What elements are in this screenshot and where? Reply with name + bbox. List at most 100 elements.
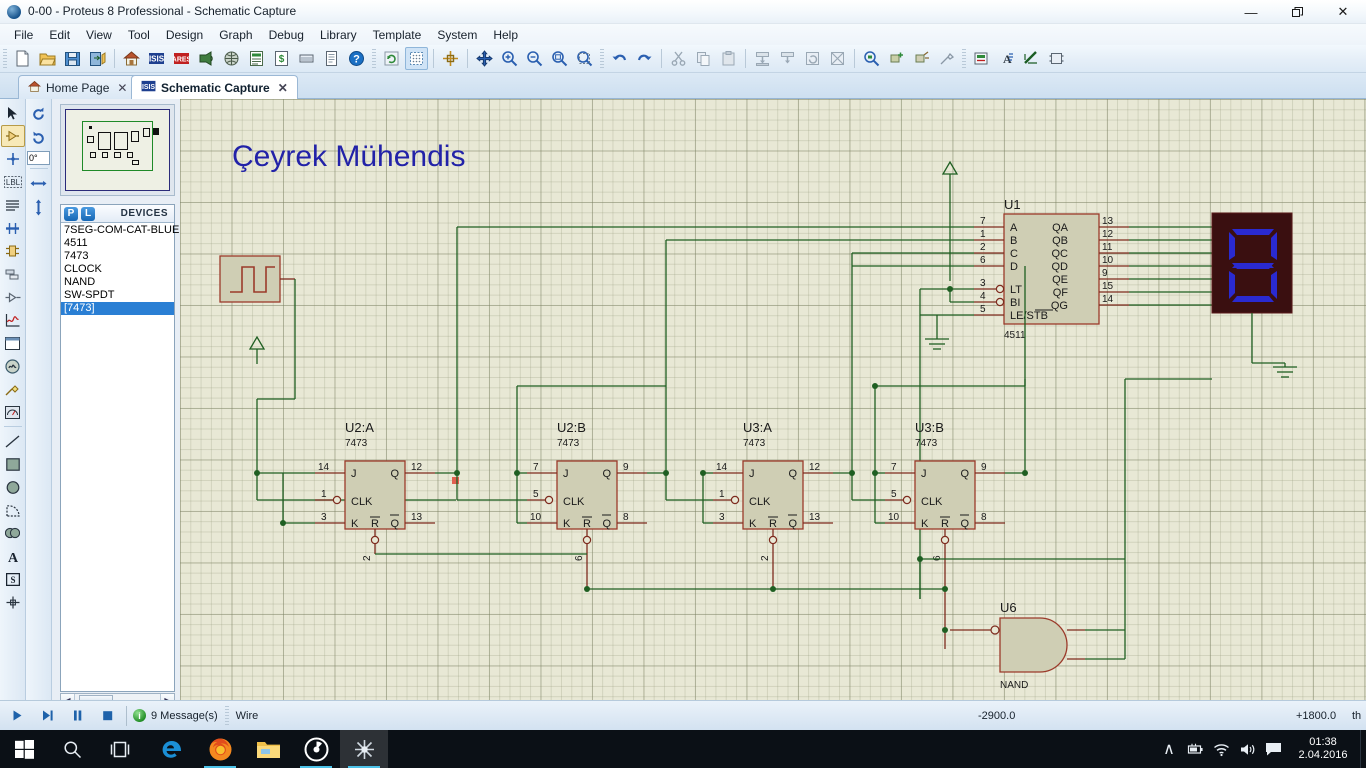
play-button[interactable] (4, 704, 30, 728)
redo-icon[interactable] (633, 47, 656, 70)
firefox-button[interactable] (196, 730, 244, 768)
box-tool[interactable] (1, 453, 25, 475)
minimize-button[interactable]: — (1228, 0, 1274, 24)
search-button[interactable] (48, 730, 96, 768)
menu-template[interactable]: Template (365, 26, 430, 44)
pan-icon[interactable] (473, 47, 496, 70)
open-file-icon[interactable] (36, 47, 59, 70)
zoom-area-icon[interactable] (573, 47, 596, 70)
wire-label-tool[interactable]: LBL (1, 171, 25, 193)
library-manager-button[interactable]: L (81, 206, 95, 221)
toolbar-grip-4[interactable] (962, 48, 966, 69)
pause-button[interactable] (64, 704, 90, 728)
packaging-icon[interactable] (910, 47, 933, 70)
bus-tool[interactable] (1, 217, 25, 239)
design-explorer-icon[interactable] (220, 47, 243, 70)
start-button[interactable] (0, 730, 48, 768)
menu-library[interactable]: Library (312, 26, 365, 44)
subcircuit-tool[interactable] (1, 240, 25, 262)
wifi-icon[interactable] (1208, 730, 1234, 768)
path-tool[interactable] (1, 522, 25, 544)
new-file-icon[interactable] (11, 47, 34, 70)
text-script-icon[interactable]: A (995, 47, 1018, 70)
subcircuit-icon[interactable] (1045, 47, 1068, 70)
circle-tool[interactable] (1, 476, 25, 498)
make-device-icon[interactable] (885, 47, 908, 70)
list-item[interactable]: CLOCK (61, 263, 174, 276)
status-grip[interactable] (224, 705, 229, 726)
notes-icon[interactable] (295, 47, 318, 70)
tab-close-icon[interactable]: ✕ (278, 81, 288, 95)
graph-tool[interactable] (1, 309, 25, 331)
origin-icon[interactable] (439, 47, 462, 70)
line-tool[interactable] (1, 430, 25, 452)
show-desktop-button[interactable] (1360, 730, 1366, 768)
list-item[interactable]: NAND (61, 276, 174, 289)
edge-button[interactable] (148, 730, 196, 768)
cut-icon[interactable] (667, 47, 690, 70)
ares-icon[interactable]: ARES (170, 47, 193, 70)
clock[interactable]: 01:38 2.04.2016 (1286, 730, 1360, 768)
step-button[interactable] (34, 704, 60, 728)
block-move-icon[interactable] (776, 47, 799, 70)
overview-panel[interactable] (60, 104, 175, 196)
volume-icon[interactable] (1234, 730, 1260, 768)
isis-icon[interactable]: ISIS (145, 47, 168, 70)
home-icon[interactable] (120, 47, 143, 70)
task-view-button[interactable] (96, 730, 144, 768)
rotation-angle-input[interactable]: 0° (27, 151, 50, 165)
list-item-selected[interactable]: [7473] (61, 302, 174, 315)
3d-view-icon[interactable] (195, 47, 218, 70)
refresh-icon[interactable] (380, 47, 403, 70)
rotate-counterclockwise-icon[interactable] (27, 127, 51, 149)
tab-home-page[interactable]: Home Page ✕ (18, 75, 138, 99)
rotate-clockwise-icon[interactable] (27, 103, 51, 125)
tape-recorder-tool[interactable] (1, 332, 25, 354)
menu-graph[interactable]: Graph (211, 26, 260, 44)
schematic-canvas[interactable]: Çeyrek Mühendis .wire { stroke:#1f5f22; … (180, 99, 1366, 700)
list-item[interactable]: SW-SPDT (61, 289, 174, 302)
pick-device-icon[interactable] (860, 47, 883, 70)
bom-icon[interactable] (245, 47, 268, 70)
probe-tool[interactable] (1, 378, 25, 400)
message-count[interactable]: i 9 Message(s) (133, 709, 218, 722)
wire-label-icon[interactable] (970, 47, 993, 70)
virtual-instrument-tool[interactable] (1, 401, 25, 423)
file-explorer-button[interactable] (244, 730, 292, 768)
tab-close-icon[interactable]: ✕ (117, 81, 127, 95)
toolbar-grip-2[interactable] (372, 48, 376, 69)
marker-tool[interactable] (1, 591, 25, 613)
menu-tool[interactable]: Tool (120, 26, 158, 44)
device-pin-tool[interactable] (1, 286, 25, 308)
decompose-icon[interactable] (935, 47, 958, 70)
menu-design[interactable]: Design (158, 26, 211, 44)
proteus-button[interactable] (340, 730, 388, 768)
text-script-tool[interactable] (1, 194, 25, 216)
symbol-tool[interactable]: S (1, 568, 25, 590)
zoom-in-icon[interactable] (498, 47, 521, 70)
import-icon[interactable] (86, 47, 109, 70)
block-rotate-icon[interactable] (801, 47, 824, 70)
mirror-vertical-icon[interactable] (27, 196, 51, 218)
battery-icon[interactable] (1182, 730, 1208, 768)
selection-mode-tool[interactable] (1, 102, 25, 124)
cost-icon[interactable]: $ (270, 47, 293, 70)
report-icon[interactable] (320, 47, 343, 70)
terminals-tool[interactable] (1, 263, 25, 285)
menu-file[interactable]: File (6, 26, 41, 44)
menu-edit[interactable]: Edit (41, 26, 78, 44)
menu-view[interactable]: View (78, 26, 120, 44)
show-hidden-icons-button[interactable]: ∧ (1156, 730, 1182, 768)
menu-help[interactable]: Help (485, 26, 526, 44)
copy-icon[interactable] (692, 47, 715, 70)
menu-debug[interactable]: Debug (261, 26, 312, 44)
close-button[interactable]: ✕ (1320, 0, 1366, 24)
media-player-button[interactable] (292, 730, 340, 768)
arc-tool[interactable] (1, 499, 25, 521)
text-tool[interactable]: A (1, 545, 25, 567)
generator-tool[interactable] (1, 355, 25, 377)
undo-icon[interactable] (608, 47, 631, 70)
pick-devices-button[interactable]: P (64, 206, 78, 221)
list-item[interactable]: 7SEG-COM-CAT-BLUE (61, 224, 179, 237)
zoom-out-icon[interactable] (523, 47, 546, 70)
